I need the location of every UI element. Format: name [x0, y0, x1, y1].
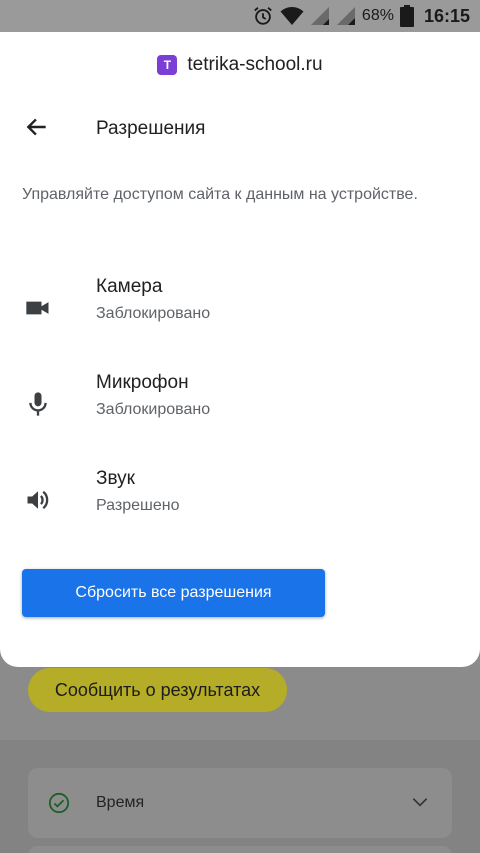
time-card-label: Время	[96, 794, 145, 811]
speaker-icon	[24, 486, 52, 514]
reset-permissions-button[interactable]: Сбросить все разрешения	[22, 569, 325, 617]
microphone-icon	[24, 390, 52, 418]
permissions-sheet: T tetrika-school.ru Разрешения Управляйт…	[0, 32, 480, 667]
background-card	[28, 846, 452, 853]
signal-icon	[310, 6, 330, 26]
permission-status: Заблокировано	[96, 305, 211, 322]
battery-percent: 68%	[361, 7, 394, 24]
screen: 68% 16:15 Сообщить о результатах Время T…	[0, 0, 480, 853]
report-results-button[interactable]: Сообщить о результатах	[28, 668, 287, 712]
back-button[interactable]	[22, 114, 52, 144]
permission-name: Камера	[96, 276, 163, 297]
site-domain: tetrika-school.ru	[187, 54, 323, 75]
site-favicon: T	[157, 55, 178, 75]
permission-name: Звук	[96, 468, 135, 489]
site-header: T tetrika-school.ru	[0, 50, 480, 80]
permission-sound[interactable]: Звук Разрешено	[0, 468, 480, 532]
status-time: 16:15	[423, 5, 470, 26]
alarm-icon	[252, 5, 274, 27]
signal-icon	[336, 6, 356, 26]
battery-icon	[399, 5, 414, 27]
description: Управляйте доступом сайта к данным на ус…	[22, 186, 418, 203]
camera-icon	[24, 294, 52, 322]
permission-status: Заблокировано	[96, 401, 211, 418]
permission-microphone[interactable]: Микрофон Заблокировано	[0, 372, 480, 436]
wifi-icon	[280, 6, 304, 26]
status-bar: 68% 16:15	[0, 0, 480, 32]
permission-name: Микрофон	[96, 372, 189, 393]
arrow-left-icon	[24, 114, 50, 145]
check-circle-icon	[48, 792, 70, 814]
permission-camera[interactable]: Камера Заблокировано	[0, 276, 480, 340]
permission-status: Разрешено	[96, 497, 180, 514]
page-title: Разрешения	[96, 118, 206, 139]
chevron-down-icon	[410, 792, 430, 817]
time-card[interactable]: Время	[28, 768, 452, 838]
title-row: Разрешения	[0, 112, 480, 146]
